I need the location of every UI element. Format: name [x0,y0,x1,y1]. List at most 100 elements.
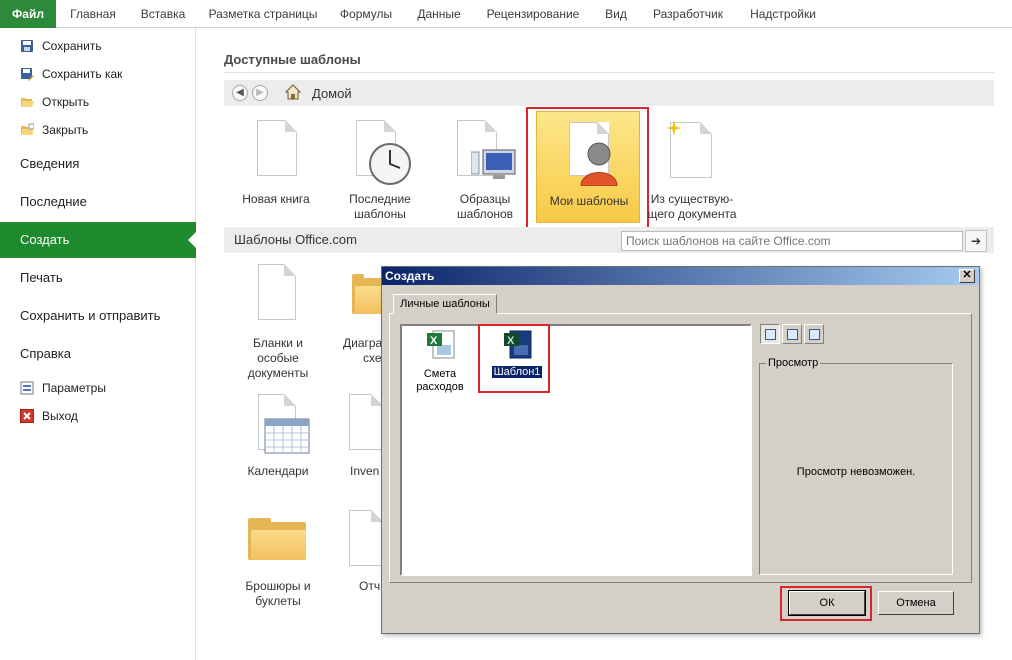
tile-existing-label-1: Из существую- [650,192,734,206]
tile-recent-label-2: шаблоны [354,207,406,221]
file-budget-label-2: расходов [416,381,464,393]
tile-sample-label-1: Образцы [459,192,511,206]
tab-data[interactable]: Данные [408,0,470,28]
tile-forms-label-1: Бланки и [252,336,304,350]
tab-page-layout[interactable]: Разметка страницы [202,0,324,28]
dialog-title: Создать [385,269,435,283]
ribbon-tabs: Файл Главная Вставка Разметка страницы Ф… [0,0,1012,28]
nav-save-label: Сохранить [42,39,102,53]
highlight-template1 [478,324,550,393]
home-label[interactable]: Домой [312,86,352,101]
brochures-folder-icon [248,518,306,560]
tab-file[interactable]: Файл [0,0,56,28]
tile-forms-label-2: особые [257,351,299,365]
tab-home[interactable]: Главная [62,0,124,28]
tile-recent-label-1: Последние [349,192,411,206]
nav-open[interactable]: Открыть [20,93,89,111]
exit-icon [20,409,34,423]
tile-inventory-label: Inven [350,464,380,478]
tile-reports-label: Отч [359,579,381,593]
tile-inventory[interactable]: Inven [339,390,383,486]
highlight-my-templates [526,107,649,232]
nav-new[interactable]: Создать [0,222,197,258]
nav-info[interactable]: Сведения [0,146,196,182]
tile-calendars[interactable]: Календари [234,390,322,486]
template-file-list[interactable]: X Смета расходов X Шаблон1 [400,324,752,576]
available-templates-title: Доступные шаблоны [224,52,361,67]
nav-save-as-label: Сохранить как [42,67,123,81]
tab-insert[interactable]: Вставка [132,0,194,28]
nav-save-send[interactable]: Сохранить и отправить [0,298,196,334]
nav-help[interactable]: Справка [0,336,196,372]
preview-group: Просмотр Просмотр невозможен. [759,357,953,575]
list-icon [787,329,798,340]
tile-from-existing[interactable]: Из существую- щего документа [646,120,738,230]
tile-diagrams-label-1: Диагра [343,336,383,350]
back-arrow-icon[interactable]: ◀ [232,85,248,101]
preview-label: Просмотр [766,357,821,369]
list-view-button[interactable] [782,324,802,344]
nav-save[interactable]: Сохранить [20,37,102,55]
tile-diagrams-label-2: схе [363,351,382,365]
details-view-button[interactable] [804,324,824,344]
monitor-icon [470,146,517,186]
save-icon [20,39,34,53]
tile-diagrams[interactable]: Диагра схе [339,262,383,372]
highlight-ok [780,586,872,621]
file-item-budget[interactable]: X Смета расходов [410,328,470,393]
options-icon [20,381,34,395]
large-icons-icon [765,329,776,340]
calendar-icon [264,418,310,458]
inventory-page-icon [349,394,383,450]
clock-icon [368,142,412,190]
tile-sample-templates[interactable]: Образцы шаблонов [443,120,527,230]
nav-save-as[interactable]: Сохранить как [20,65,122,83]
tile-forms-label-3: документы [247,366,309,380]
tab-review[interactable]: Рецензирование [480,0,586,28]
tile-blank-workbook[interactable]: Новая книга [234,120,318,220]
office-search-input[interactable] [621,231,963,251]
tile-brochures[interactable]: Брошюры и буклеты [234,510,322,620]
preview-message: Просмотр невозможен. [796,466,916,478]
template-navbar: ◀ ▶ Домой [224,80,994,106]
nav-print[interactable]: Печать [0,260,196,296]
save-as-icon [20,67,34,81]
close-folder-icon [20,123,35,137]
home-icon[interactable] [284,84,302,103]
nav-exit-label: Выход [42,409,78,423]
excel-template-icon: X [427,330,455,360]
tab-view[interactable]: Вид [596,0,636,28]
divider [224,72,994,73]
tab-formulas[interactable]: Формулы [334,0,398,28]
tile-reports[interactable]: Отч [339,506,383,602]
search-go-button[interactable]: ➔ [965,230,987,252]
close-icon[interactable]: ✕ [959,269,975,283]
tile-brochures-label-2: буклеты [255,594,301,608]
nav-recent[interactable]: Последние [0,184,196,220]
tile-recent-templates[interactable]: Последние шаблоны [338,120,422,230]
svg-text:X: X [430,335,438,347]
tile-blank-label: Новая книга [242,192,310,206]
cancel-button[interactable]: Отмена [878,591,954,615]
open-folder-icon [20,95,34,109]
tab-personal-templates[interactable]: Личные шаблоны [393,294,497,314]
tab-developer[interactable]: Разработчик [646,0,730,28]
nav-exit[interactable]: Выход [20,407,78,425]
tile-sample-label-2: шаблонов [456,207,514,221]
nav-options[interactable]: Параметры [20,379,106,397]
create-dialog: Создать ✕ Личные шаблоны X Смета расходо… [381,266,980,634]
tile-forms[interactable]: Бланки и особые документы [234,262,322,382]
reports-page-icon [349,510,383,566]
office-templates-title: Шаблоны Office.com [234,232,357,247]
nav-close[interactable]: Закрыть [20,121,88,139]
tile-brochures-label-1: Брошюры и [245,579,311,593]
backstage-nav: Сохранить Сохранить как Открыть Закрыть … [0,28,197,660]
forward-arrow-icon[interactable]: ▶ [252,85,268,101]
nav-options-label: Параметры [42,381,106,395]
nav-close-label: Закрыть [42,123,89,137]
large-icons-view-button[interactable] [760,324,780,344]
tab-addins[interactable]: Надстройки [744,0,822,28]
diagrams-folder-icon [352,274,383,314]
details-icon [809,329,820,340]
dialog-title-bar[interactable]: Создать ✕ [382,267,979,285]
